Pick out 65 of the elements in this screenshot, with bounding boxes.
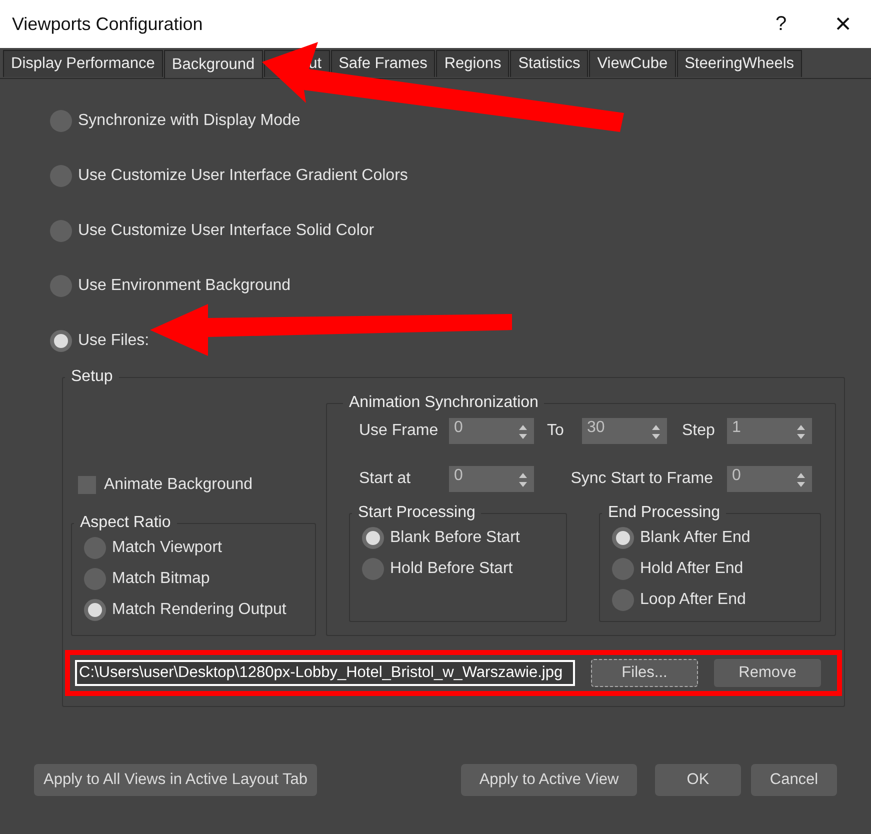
tab[interactable]: ViewCube [589, 50, 676, 77]
spin-arrows-icon [796, 472, 806, 488]
group-title: Aspect Ratio [79, 514, 172, 532]
dialog-button[interactable]: Remove [714, 659, 821, 687]
radio-button[interactable] [612, 558, 634, 580]
tab[interactable]: Regions [436, 50, 510, 77]
dialog-button[interactable]: Apply to Active View [461, 764, 637, 796]
radio-label: Match Bitmap [112, 570, 210, 588]
field-label: Start at [359, 470, 412, 488]
radio-button[interactable] [50, 274, 72, 296]
field-label: Sync Start to Frame [570, 470, 713, 488]
group-title: Setup [70, 368, 114, 386]
checkbox[interactable] [78, 476, 96, 494]
close-button[interactable]: × [815, 0, 871, 48]
dialog-button[interactable]: Apply to All Views in Active Layout Tab [34, 764, 317, 796]
field-label: Step [682, 422, 716, 440]
tab[interactable]: Background [164, 50, 263, 78]
radio-button[interactable] [362, 526, 384, 548]
spinner-field[interactable]: 1 [727, 418, 812, 444]
radio-button[interactable] [50, 164, 72, 186]
radio-button[interactable] [362, 558, 384, 580]
spinner-field[interactable]: 0 [449, 418, 534, 444]
radio-label: Use Customize User Interface Solid Color [78, 222, 374, 240]
spinner-field[interactable]: 30 [582, 418, 667, 444]
help-button[interactable]: ? [757, 0, 805, 48]
radio-button[interactable] [50, 330, 72, 352]
field-label: To [547, 422, 565, 440]
radio-button[interactable] [612, 526, 634, 548]
radio-label: Use Environment Background [78, 276, 291, 294]
radio-button[interactable] [84, 536, 106, 558]
spin-arrows-icon [651, 424, 661, 440]
radio-label: Use Customize User Interface Gradient Colors [78, 166, 408, 184]
radio-label: Blank After End [640, 528, 750, 546]
group-title: Animation Synchronization [348, 394, 540, 412]
radio-button[interactable] [84, 568, 106, 590]
group-title: End Processing [607, 504, 722, 522]
radio-button[interactable] [50, 110, 72, 132]
file-path-field[interactable]: C:\Users\user\Desktop\1280px-Lobby_Hotel_Bristol_w_Warszawie.jpg [75, 660, 575, 686]
radio-label: Loop After End [640, 590, 746, 608]
checkbox-label: Animate Background [104, 476, 253, 494]
tab[interactable]: Display Performance [3, 50, 163, 77]
dialog-button[interactable]: Files... [591, 659, 698, 687]
tab[interactable]: Statistics [510, 50, 588, 77]
dialog-button[interactable]: Cancel [751, 764, 837, 796]
tab[interactable]: Safe Frames [330, 50, 436, 77]
dialog-button[interactable]: OK [655, 764, 741, 796]
radio-button[interactable] [84, 598, 106, 620]
radio-label: Synchronize with Display Mode [78, 112, 300, 130]
field-label: Use Frame [359, 422, 440, 440]
spinner-field[interactable]: 0 [727, 466, 812, 492]
radio-label: Blank Before Start [390, 528, 520, 546]
group-title: Start Processing [357, 504, 476, 522]
radio-label: Use Files: [78, 332, 150, 350]
radio-label: Match Viewport [112, 538, 222, 556]
radio-label: Hold After End [640, 560, 744, 578]
window-title: Viewports Configuration [12, 14, 203, 34]
spin-arrows-icon [518, 472, 528, 488]
radio-label: Hold Before Start [390, 560, 513, 578]
radio-button[interactable] [50, 220, 72, 242]
spin-arrows-icon [518, 424, 528, 440]
tab[interactable]: SteeringWheels [676, 50, 802, 77]
spinner-field[interactable]: 0 [449, 466, 534, 492]
radio-label: Match Rendering Output [112, 600, 286, 618]
spin-arrows-icon [796, 424, 806, 440]
radio-button[interactable] [612, 588, 634, 610]
